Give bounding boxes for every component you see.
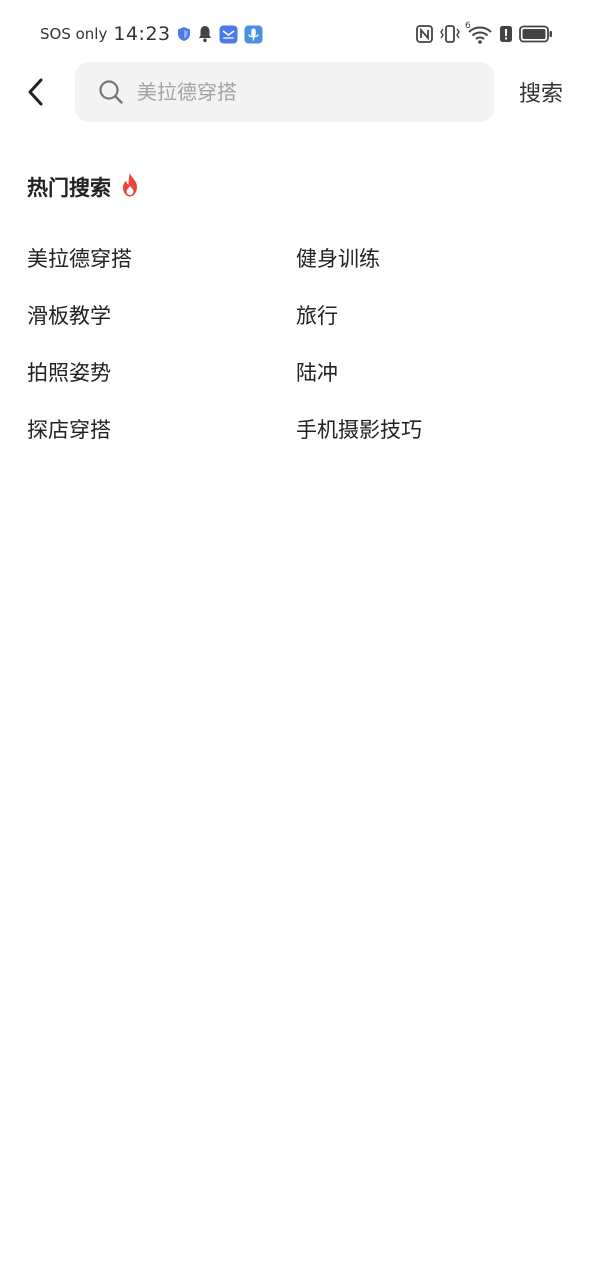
alert-icon	[499, 25, 513, 43]
bell-icon	[197, 25, 213, 43]
wifi-6-label: 6	[465, 21, 471, 31]
search-box[interactable]	[75, 62, 494, 122]
hot-search-item[interactable]: 手机摄影技巧	[296, 400, 565, 457]
mail-app-icon	[219, 25, 238, 44]
nfc-icon	[416, 25, 433, 43]
search-icon	[97, 78, 125, 106]
search-bar: 搜索	[0, 62, 591, 122]
hot-search-item[interactable]: 拍照姿势	[27, 343, 296, 400]
search-page: SOS only 14:23 6 美拉德穿搭 搜索 热门搜索 美拉德穿搭 健身训…	[0, 0, 591, 1280]
back-button[interactable]	[18, 74, 54, 110]
microphone-app-icon	[244, 25, 263, 44]
carrier-label: SOS only	[40, 25, 108, 43]
shield-icon	[177, 26, 191, 42]
hot-search-title: 热门搜索	[27, 176, 111, 200]
hot-search-list: 美拉德穿搭 健身训练 滑板教学 旅行 拍照姿势 陆冲 探店穿搭 手机摄影技巧	[27, 229, 567, 457]
status-bar-left: SOS only 14:23	[40, 20, 263, 48]
status-bar: SOS only 14:23 6	[0, 0, 591, 66]
vibrate-icon	[439, 24, 461, 44]
hot-search-header: 热门搜索	[27, 170, 141, 204]
hot-search-item[interactable]: 探店穿搭	[27, 400, 296, 457]
hot-search-item[interactable]: 美拉德穿搭	[27, 229, 296, 286]
flame-icon	[119, 172, 141, 202]
hot-search-item[interactable]: 旅行	[296, 286, 565, 343]
hot-search-item[interactable]: 陆冲	[296, 343, 565, 400]
wifi-icon: 6	[465, 21, 493, 45]
search-button[interactable]: 搜索	[506, 62, 576, 122]
chevron-left-icon	[28, 78, 43, 106]
hot-search-item[interactable]: 滑板教学	[27, 286, 296, 343]
battery-icon	[519, 25, 553, 43]
hot-search-item[interactable]: 健身训练	[296, 229, 565, 286]
clock: 14:23	[113, 23, 171, 45]
status-bar-right: 6	[416, 20, 553, 48]
search-input[interactable]	[125, 62, 494, 122]
